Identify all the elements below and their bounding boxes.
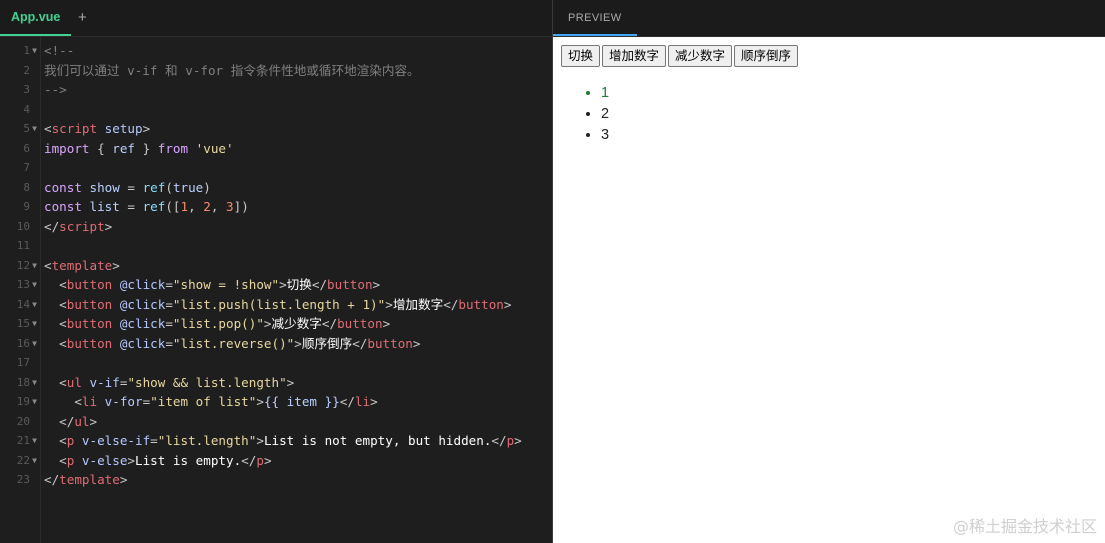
code-text: <button @click="list.pop()">减少数字</button… — [44, 316, 391, 331]
add-number-button[interactable]: 增加数字 — [602, 45, 667, 67]
line-number: 3 — [23, 83, 30, 96]
line-number: 14 — [16, 297, 30, 311]
editor-pane: App.vue + 1 ▼ <!-- 2 我们可以通过 v-if 和 v-for 指令条… — [0, 0, 552, 543]
fold-toggle-icon[interactable]: ▼ — [30, 431, 39, 451]
line-number: 22 — [16, 453, 30, 467]
fold-toggle-icon[interactable]: ▼ — [30, 373, 39, 393]
fold-toggle-icon[interactable]: ▼ — [30, 295, 39, 315]
code-text: <button @click="show = !show">切换</button… — [44, 277, 381, 292]
code-line[interactable]: 20 </ul> — [0, 412, 552, 432]
line-number: 20 — [16, 414, 30, 428]
line-number: 6 — [23, 141, 30, 155]
fold-toggle-icon[interactable]: ▼ — [30, 451, 39, 471]
preview-button-row: 切换 增加数字 减少数字 顺序倒序 — [561, 45, 799, 67]
fold-toggle-icon[interactable]: ▼ — [30, 256, 39, 276]
code-line[interactable]: 5 ▼ <script setup> — [0, 119, 552, 139]
add-file-icon[interactable]: + — [78, 0, 87, 36]
code-line[interactable]: 19 ▼ <li v-for="item of list">{{ item }}<… — [0, 392, 552, 412]
code-line[interactable]: 13 ▼ <button @click="show = !show">切换</bu… — [0, 275, 552, 295]
line-number: 16 — [16, 336, 30, 350]
line-number: 13 — [16, 278, 30, 291]
code-line[interactable]: 9 const list = ref([1, 2, 3]) — [0, 197, 552, 217]
preview-pane: PREVIEW 切换 增加数字 减少数字 顺序倒序 1 2 3 @稀土掘金技术社… — [553, 0, 1105, 543]
code-line[interactable]: 14 ▼ <button @click="list.push(list.lengt… — [0, 295, 552, 315]
code-line[interactable]: 1 ▼ <!-- — [0, 41, 552, 61]
code-line[interactable]: 21 ▼ <p v-else-if="list.length">List is n… — [0, 431, 552, 451]
code-text: import { ref } from 'vue' — [44, 140, 234, 156]
code-text: <button @click="list.reverse()">顺序倒序</bu… — [44, 335, 421, 351]
code-line[interactable]: 12 ▼ <template> — [0, 256, 552, 276]
fold-toggle-icon[interactable]: ▼ — [30, 392, 39, 412]
code-text: 我们可以通过 v-if 和 v-for 指令条件性地或循环地渲染内容。 — [44, 62, 420, 78]
code-text: </script> — [44, 218, 113, 234]
code-line[interactable]: 6 import { ref } from 'vue' — [0, 139, 552, 159]
line-number: 17 — [16, 356, 30, 369]
fold-toggle-icon[interactable]: ▼ — [30, 334, 39, 354]
code-text: <p v-else>List is empty.</p> — [44, 452, 272, 468]
line-number: 1 — [23, 44, 30, 57]
fold-toggle-icon[interactable]: ▼ — [30, 275, 39, 295]
code-text: <p v-else-if="list.length">List is not e… — [44, 433, 522, 448]
editor-tabbar: App.vue + — [0, 0, 552, 37]
code-line[interactable]: 10 </script> — [0, 217, 552, 237]
tab-preview[interactable]: PREVIEW — [553, 0, 637, 36]
fold-toggle-icon[interactable]: ▼ — [30, 119, 39, 139]
code-text: <script setup> — [44, 121, 151, 136]
line-number: 19 — [16, 395, 30, 408]
line-number: 12 — [16, 258, 30, 272]
code-text: const show = ref(true) — [44, 179, 211, 195]
line-number: 8 — [23, 180, 30, 194]
tab-app-vue[interactable]: App.vue — [0, 0, 72, 36]
code-line[interactable]: 11 — [0, 236, 552, 256]
code-text: --> — [44, 82, 67, 97]
watermark: @稀土掘金技术社区 — [952, 517, 1097, 536]
preview-body: 切换 增加数字 减少数字 顺序倒序 1 2 3 @稀土掘金技术社区 — [553, 37, 1105, 543]
reverse-order-button[interactable]: 顺序倒序 — [734, 45, 799, 67]
code-line[interactable]: 15 ▼ <button @click="list.pop()">减少数字</bu… — [0, 314, 552, 334]
line-number: 4 — [23, 102, 30, 116]
line-number: 2 — [23, 63, 30, 77]
code-text: const list = ref([1, 2, 3]) — [44, 199, 249, 214]
line-number: 15 — [16, 317, 30, 330]
code-line[interactable]: 7 — [0, 158, 552, 178]
code-line[interactable]: 17 — [0, 353, 552, 373]
fold-toggle-icon[interactable]: ▼ — [30, 314, 39, 334]
line-number: 5 — [23, 122, 30, 135]
code-line[interactable]: 8 const show = ref(true) — [0, 178, 552, 198]
line-number: 10 — [16, 219, 30, 233]
line-number: 21 — [16, 434, 30, 447]
code-editor[interactable]: 1 ▼ <!-- 2 我们可以通过 v-if 和 v-for 指令条件性地或循环地渲染内… — [0, 37, 552, 543]
code-text: <!-- — [44, 43, 75, 58]
code-text: </ul> — [44, 413, 98, 429]
code-text: <template> — [44, 257, 120, 273]
list-item: 2 — [601, 104, 609, 125]
fold-toggle-icon[interactable]: ▼ — [30, 41, 39, 61]
line-number: 9 — [23, 200, 30, 213]
code-line[interactable]: 3 --> — [0, 80, 552, 100]
code-line[interactable]: 18 ▼ <ul v-if="show && list.length"> — [0, 373, 552, 393]
number-list: 1 2 3 — [561, 83, 609, 146]
list-item: 1 — [601, 83, 609, 104]
code-line[interactable]: 22 ▼ <p v-else>List is empty.</p> — [0, 451, 552, 471]
preview-header: PREVIEW — [553, 0, 1105, 37]
line-number: 7 — [23, 161, 30, 174]
toggle-button[interactable]: 切换 — [561, 45, 601, 67]
code-text: <button @click="list.push(list.length + … — [44, 296, 512, 312]
code-text: </template> — [44, 472, 128, 487]
line-number: 18 — [16, 375, 30, 389]
line-number: 23 — [16, 473, 30, 486]
code-line[interactable]: 4 — [0, 100, 552, 120]
code-text: <li v-for="item of list">{{ item }}</li> — [44, 394, 378, 409]
code-line[interactable]: 2 我们可以通过 v-if 和 v-for 指令条件性地或循环地渲染内容。 — [0, 61, 552, 81]
remove-number-button[interactable]: 减少数字 — [668, 45, 733, 67]
code-line[interactable]: 16 ▼ <button @click="list.reverse()">顺序倒序… — [0, 334, 552, 354]
code-line[interactable]: 23 </template> — [0, 470, 552, 490]
line-number: 11 — [16, 239, 30, 252]
code-text: <ul v-if="show && list.length"> — [44, 374, 295, 390]
list-item: 3 — [601, 125, 609, 146]
